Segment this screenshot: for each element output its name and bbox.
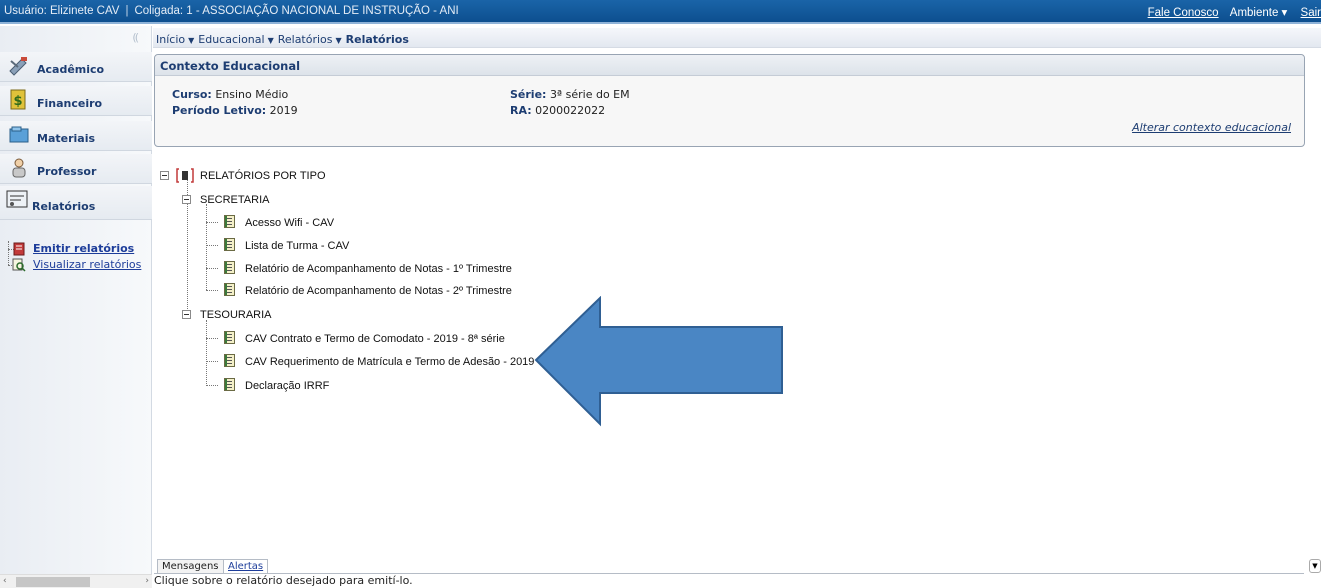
sidebar-item-relatorios[interactable]: Relatórios bbox=[0, 186, 152, 220]
report-label[interactable]: Declaração IRRF bbox=[245, 380, 329, 392]
sidebar: (( Acadêmico $ Financeiro Materiais Prof… bbox=[0, 26, 152, 588]
tab-mensagens[interactable]: Mensagens bbox=[157, 559, 224, 573]
teacher-icon bbox=[12, 158, 26, 178]
breadcrumb-inicio[interactable]: Início bbox=[156, 33, 185, 46]
serie-value: 3ª série do EM bbox=[549, 88, 630, 101]
tree-connector bbox=[206, 338, 218, 339]
breadcrumb: Início ▼ Educacional ▼ Relatórios ▼ Relatórios bbox=[156, 33, 409, 46]
report-label[interactable]: Relatório de Acompanhamento de Notas - 2… bbox=[245, 285, 512, 297]
sidebar-item-financeiro[interactable]: $ Financeiro bbox=[0, 86, 152, 116]
report-document-icon bbox=[224, 283, 235, 296]
curso-value: Ensino Médio bbox=[215, 88, 289, 101]
sidebar-item-academico[interactable]: Acadêmico bbox=[0, 52, 152, 82]
chevron-down-icon[interactable]: ▼ bbox=[268, 36, 274, 45]
report-document-icon bbox=[224, 261, 235, 274]
environment-menu[interactable]: Ambiente ▾ bbox=[1230, 7, 1288, 19]
tree-connector bbox=[206, 222, 218, 223]
chevron-down-icon[interactable]: ▼ bbox=[188, 36, 194, 45]
serie-label: Série: bbox=[510, 88, 547, 101]
svg-text:$: $ bbox=[13, 94, 22, 109]
chevron-down-icon[interactable]: ▼ bbox=[1309, 559, 1321, 573]
ra-field: RA: 0200022022 bbox=[510, 104, 605, 117]
scroll-left-icon[interactable]: ‹ bbox=[3, 576, 7, 586]
annotation-arrow bbox=[534, 296, 783, 427]
curso-label: Curso: bbox=[172, 88, 212, 101]
collapse-sidebar-icon[interactable]: (( bbox=[132, 31, 138, 44]
scrollbar-thumb[interactable] bbox=[16, 577, 90, 587]
print-report-icon bbox=[13, 242, 25, 256]
tree-connector bbox=[206, 385, 218, 386]
context-title: Contexto Educacional bbox=[155, 55, 1304, 76]
separator: | bbox=[125, 5, 129, 17]
coligada-label: Coligada: 1 - ASSOCIAÇÃO NACIONAL DE INS… bbox=[134, 5, 459, 17]
top-links: Fale Conosco Ambiente ▾ Sair bbox=[1148, 5, 1321, 19]
academic-icon bbox=[9, 57, 27, 76]
sidebar-item-label: Materiais bbox=[37, 132, 96, 145]
report-document-icon bbox=[224, 354, 235, 367]
serie-field: Série: 3ª série do EM bbox=[510, 88, 630, 101]
collapse-toggle-icon[interactable] bbox=[160, 171, 169, 180]
session-info: Usuário: Elizinete CAV | Coligada: 1 - ASS… bbox=[4, 5, 459, 17]
periodo-value: 2019 bbox=[269, 104, 298, 117]
contact-link[interactable]: Fale Conosco bbox=[1148, 7, 1219, 19]
curso-field: Curso: Ensino Médio bbox=[172, 88, 288, 101]
tree-connector bbox=[206, 268, 218, 269]
report-label[interactable]: CAV Requerimento de Matrícula e Termo de… bbox=[245, 356, 534, 368]
view-report-icon bbox=[12, 258, 26, 272]
sidebar-item-label: Professor bbox=[37, 165, 97, 178]
report-folder-icon bbox=[176, 168, 194, 183]
collapse-toggle-icon[interactable] bbox=[182, 195, 191, 204]
breadcrumb-current: Relatórios bbox=[345, 33, 409, 46]
group-label: TESOURARIA bbox=[200, 309, 272, 321]
chevron-down-icon[interactable]: ▼ bbox=[336, 36, 342, 45]
tree-root-label: RELATÓRIOS POR TIPO bbox=[200, 170, 326, 182]
sidebar-horizontal-scrollbar[interactable]: ‹ › bbox=[0, 574, 152, 588]
sidebar-item-label: Financeiro bbox=[37, 97, 103, 110]
emitir-relatorios-link[interactable]: Emitir relatórios bbox=[33, 242, 134, 255]
sidebar-item-professor[interactable]: Professor bbox=[0, 154, 152, 184]
tree-connector bbox=[206, 361, 218, 362]
periodo-field: Período Letivo: 2019 bbox=[172, 104, 298, 117]
tree-connector bbox=[206, 204, 207, 290]
messages-panel: Mensagens Alertas Clique sobre o relatór… bbox=[154, 557, 1321, 588]
report-label[interactable]: CAV Contrato e Termo de Comodato - 2019 … bbox=[245, 333, 505, 345]
group-label: SECRETARIA bbox=[200, 194, 270, 206]
breadcrumb-relatorios[interactable]: Relatórios bbox=[278, 33, 333, 46]
top-bar: Usuário: Elizinete CAV | Coligada: 1 - ASS… bbox=[0, 0, 1321, 24]
sidebar-item-label: Acadêmico bbox=[37, 63, 105, 76]
context-panel: Contexto Educacional Curso: Ensino Médio… bbox=[154, 54, 1305, 147]
visualizar-relatorios-link[interactable]: Visualizar relatórios bbox=[33, 258, 141, 271]
report-document-icon bbox=[224, 378, 235, 391]
reports-submenu: Emitir relatórios Visualizar relatórios bbox=[6, 241, 152, 273]
reports-icon bbox=[6, 190, 28, 208]
scroll-right-icon[interactable]: › bbox=[145, 576, 149, 586]
breadcrumb-educacional[interactable]: Educacional bbox=[198, 33, 264, 46]
folder-icon bbox=[9, 126, 29, 143]
sidebar-item-label: Relatórios bbox=[32, 200, 96, 213]
user-label: Usuário: Elizinete CAV bbox=[4, 5, 120, 17]
money-icon: $ bbox=[10, 89, 26, 110]
collapse-toggle-icon[interactable] bbox=[182, 310, 191, 319]
report-document-icon bbox=[224, 215, 235, 228]
tree-connector bbox=[206, 245, 218, 246]
ra-value: 0200022022 bbox=[535, 104, 606, 117]
exit-link[interactable]: Sair bbox=[1301, 7, 1321, 19]
report-document-icon bbox=[224, 331, 235, 344]
report-label[interactable]: Relatório de Acompanhamento de Notas - 1… bbox=[245, 263, 512, 275]
tree-connector bbox=[206, 320, 207, 386]
report-label[interactable]: Lista de Turma - CAV bbox=[245, 240, 349, 252]
tree-connector bbox=[206, 290, 218, 291]
subitem-visualizar[interactable]: Visualizar relatórios bbox=[6, 257, 152, 273]
periodo-label: Período Letivo: bbox=[172, 104, 267, 117]
message-text: Clique sobre o relatório desejado para e… bbox=[154, 574, 413, 587]
report-document-icon bbox=[224, 238, 235, 251]
sidebar-item-materiais[interactable]: Materiais bbox=[0, 121, 152, 151]
tab-alertas[interactable]: Alertas bbox=[223, 559, 269, 573]
change-context-link[interactable]: Alterar contexto educacional bbox=[1132, 121, 1291, 134]
ra-label: RA: bbox=[510, 104, 532, 117]
subitem-emitir[interactable]: Emitir relatórios bbox=[6, 241, 152, 257]
report-label[interactable]: Acesso Wifi - CAV bbox=[245, 217, 334, 229]
